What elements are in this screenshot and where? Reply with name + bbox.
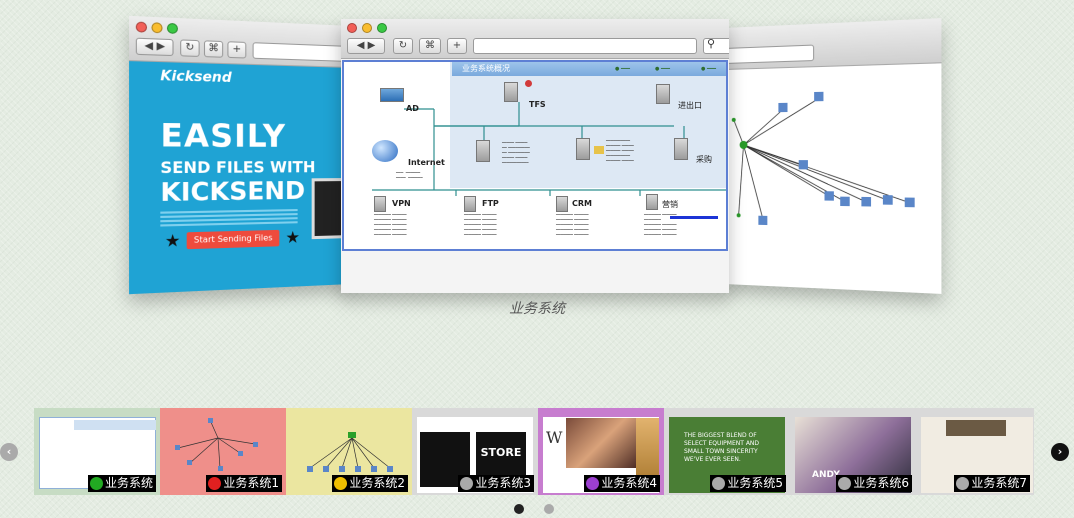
node-label-exit: 进出口: [678, 101, 702, 110]
node-label-purchase: 采购: [696, 155, 712, 164]
node-label-sales: 营销: [662, 200, 678, 209]
thumbnail-4[interactable]: W 业务系统4: [538, 408, 664, 495]
new-tab-icon: +: [227, 41, 247, 59]
close-window-icon: [135, 21, 148, 33]
minimize-window-icon: [151, 22, 163, 34]
mail-server-stats: ━━━━━━━━━━ ━━━━━━ ━━━━━ ━━━━━━ ━━━━━ ━━━…: [606, 138, 634, 163]
vpn-stats: ━━━━━━━ ━━━━━━ ━━━━━━━ ━━━━━━ ━━━━━━━ ━━…: [374, 212, 407, 237]
disabled-icon: [838, 477, 852, 490]
slide-caption: 业务系统: [509, 301, 565, 317]
server-icon: [656, 84, 670, 104]
thumbnail-1[interactable]: 业务系统1: [160, 408, 286, 495]
bookmark-icon: ⌘: [419, 38, 441, 54]
monitor-icon: [380, 88, 404, 102]
start-sending-button[interactable]: Start Sending Files: [186, 229, 280, 250]
crm-stats: ━━━━━━━ ━━━━━━ ━━━━━━━ ━━━━━━ ━━━━━━━ ━━…: [556, 212, 589, 237]
thumbnail-label: 业务系统5: [710, 475, 786, 492]
node-label-tfs: TFS: [529, 100, 546, 109]
star-icon: ★: [285, 227, 300, 248]
thumbnail-label: 业务系统3: [458, 475, 534, 492]
thumbnail-label: 业务系统: [87, 475, 156, 492]
disabled-icon: [460, 477, 474, 490]
kicksend-body-text: [160, 209, 298, 227]
minimize-window-icon: [362, 23, 372, 33]
ftp-stats: ━━━━━━━ ━━━━━━ ━━━━━━━ ━━━━━━ ━━━━━━━ ━━…: [464, 212, 497, 237]
neutral-face-icon: [334, 477, 348, 490]
server-icon: [476, 140, 490, 162]
browser-toolbar: ◀ ▶ ↻ ⌘ +: [129, 15, 351, 68]
thumbnail-label: 业务系统6: [836, 475, 912, 492]
internet-stats: ━━━ ━━━━━━ ━━━━ ━━━━━━: [396, 170, 423, 180]
thumb-headline: THE BIGGEST BLEND OF SELECT EQUIPMENT AN…: [684, 432, 760, 463]
thumbnail-label: 业务系统2: [332, 475, 408, 492]
globe-icon: [372, 140, 398, 162]
tool-icon: [586, 477, 600, 490]
node-label-ftp: FTP: [482, 199, 499, 208]
kicksend-headline-2: SEND FILES WITH: [160, 158, 316, 178]
chevron-right-icon[interactable]: ›: [1051, 443, 1069, 461]
node-label-vpn: VPN: [392, 199, 411, 208]
node-label-internet: Internet: [408, 158, 445, 167]
slide-center-business-system[interactable]: ◀ ▶ ↻ ⌘ + ⚲ 业务系统概况 ● ━━━ ● ━━━ ● ━━━ AD …: [341, 19, 729, 293]
thumbnail-label: 业务系统1: [206, 475, 282, 492]
browser-toolbar: [724, 18, 942, 70]
address-bar: [473, 38, 697, 54]
new-tab-icon: +: [447, 38, 467, 54]
browser-toolbar: ◀ ▶ ↻ ⌘ + ⚲: [341, 19, 729, 59]
server-icon: [646, 194, 658, 210]
server-icon: [576, 138, 590, 160]
topology-graph: [731, 91, 915, 226]
server-icon: [556, 196, 568, 212]
search-icon: ⚲: [707, 37, 716, 50]
thumbnail-6[interactable]: ANDY 业务系统6: [790, 408, 916, 495]
thumbnail-label: 业务系统4: [584, 475, 660, 492]
mail-icon: [594, 146, 604, 154]
maximize-window-icon: [377, 23, 387, 33]
topology-page: [724, 63, 942, 294]
page-dot-1[interactable]: [514, 504, 524, 514]
slide-right-topology[interactable]: [724, 18, 942, 294]
kicksend-page: Kicksend EASILY SEND FILES WITH KICKSEND…: [129, 61, 351, 295]
thumbnail-3[interactable]: STORE 业务系统3: [412, 408, 538, 495]
business-system-panel: 业务系统概况 ● ━━━ ● ━━━ ● ━━━ AD TFS 进出口 Inte…: [342, 60, 728, 251]
server-icon: [464, 196, 476, 212]
disabled-icon: [712, 477, 726, 490]
disabled-icon: [956, 477, 970, 490]
thumbnail-5[interactable]: THE BIGGEST BLEND OF SELECT EQUIPMENT AN…: [664, 408, 790, 495]
w-logo-icon: W: [546, 428, 563, 447]
server-icon: [504, 82, 518, 102]
thumbnail-label: 业务系统7: [954, 475, 1030, 492]
address-bar: [252, 42, 351, 63]
sad-icon: [208, 477, 222, 490]
smile-icon: [89, 477, 103, 490]
server-icon: [374, 196, 386, 212]
kicksend-headline-1: EASILY: [160, 117, 287, 155]
thumbnail-7[interactable]: 业务系统7: [916, 408, 1034, 495]
chevron-left-icon[interactable]: ‹: [0, 443, 18, 461]
kicksend-headline-3: KICKSEND: [160, 176, 306, 208]
node-label-ad: AD: [406, 104, 419, 113]
node-label-crm: CRM: [572, 199, 592, 208]
sales-stats: ━━━━━━━ ━━━━━━ ━━━━━━━ ━━━━━━━ ━━━━━━ ━━…: [644, 212, 677, 237]
kicksend-logo: Kicksend: [160, 68, 232, 87]
star-icon: ★: [164, 230, 181, 251]
sales-progress-bar: [670, 216, 718, 219]
reload-icon: ↻: [180, 39, 200, 57]
back-forward-icon: ◀ ▶: [135, 37, 174, 57]
thumbnail-0[interactable]: 业务系统: [34, 408, 160, 495]
back-forward-icon: ◀ ▶: [347, 38, 385, 54]
thumbnail-2[interactable]: 业务系统2: [286, 408, 412, 495]
slide-left-kicksend[interactable]: ◀ ▶ ↻ ⌘ + Kicksend EASILY SEND FILES WIT…: [129, 15, 351, 295]
ftp-server-stats: ━━━━━ ━━━━━ ━━ ━━━━━━━━━ ━━ ━━━━━━━━━ ━━…: [502, 140, 530, 165]
server-icon: [674, 138, 688, 160]
address-bar: [724, 44, 815, 65]
bookmark-icon: ⌘: [203, 40, 224, 58]
reload-icon: ↻: [393, 38, 413, 54]
close-window-icon: [347, 23, 357, 33]
page-dot-2[interactable]: [544, 504, 554, 514]
alert-icon: [525, 80, 532, 87]
maximize-window-icon: [166, 22, 178, 34]
